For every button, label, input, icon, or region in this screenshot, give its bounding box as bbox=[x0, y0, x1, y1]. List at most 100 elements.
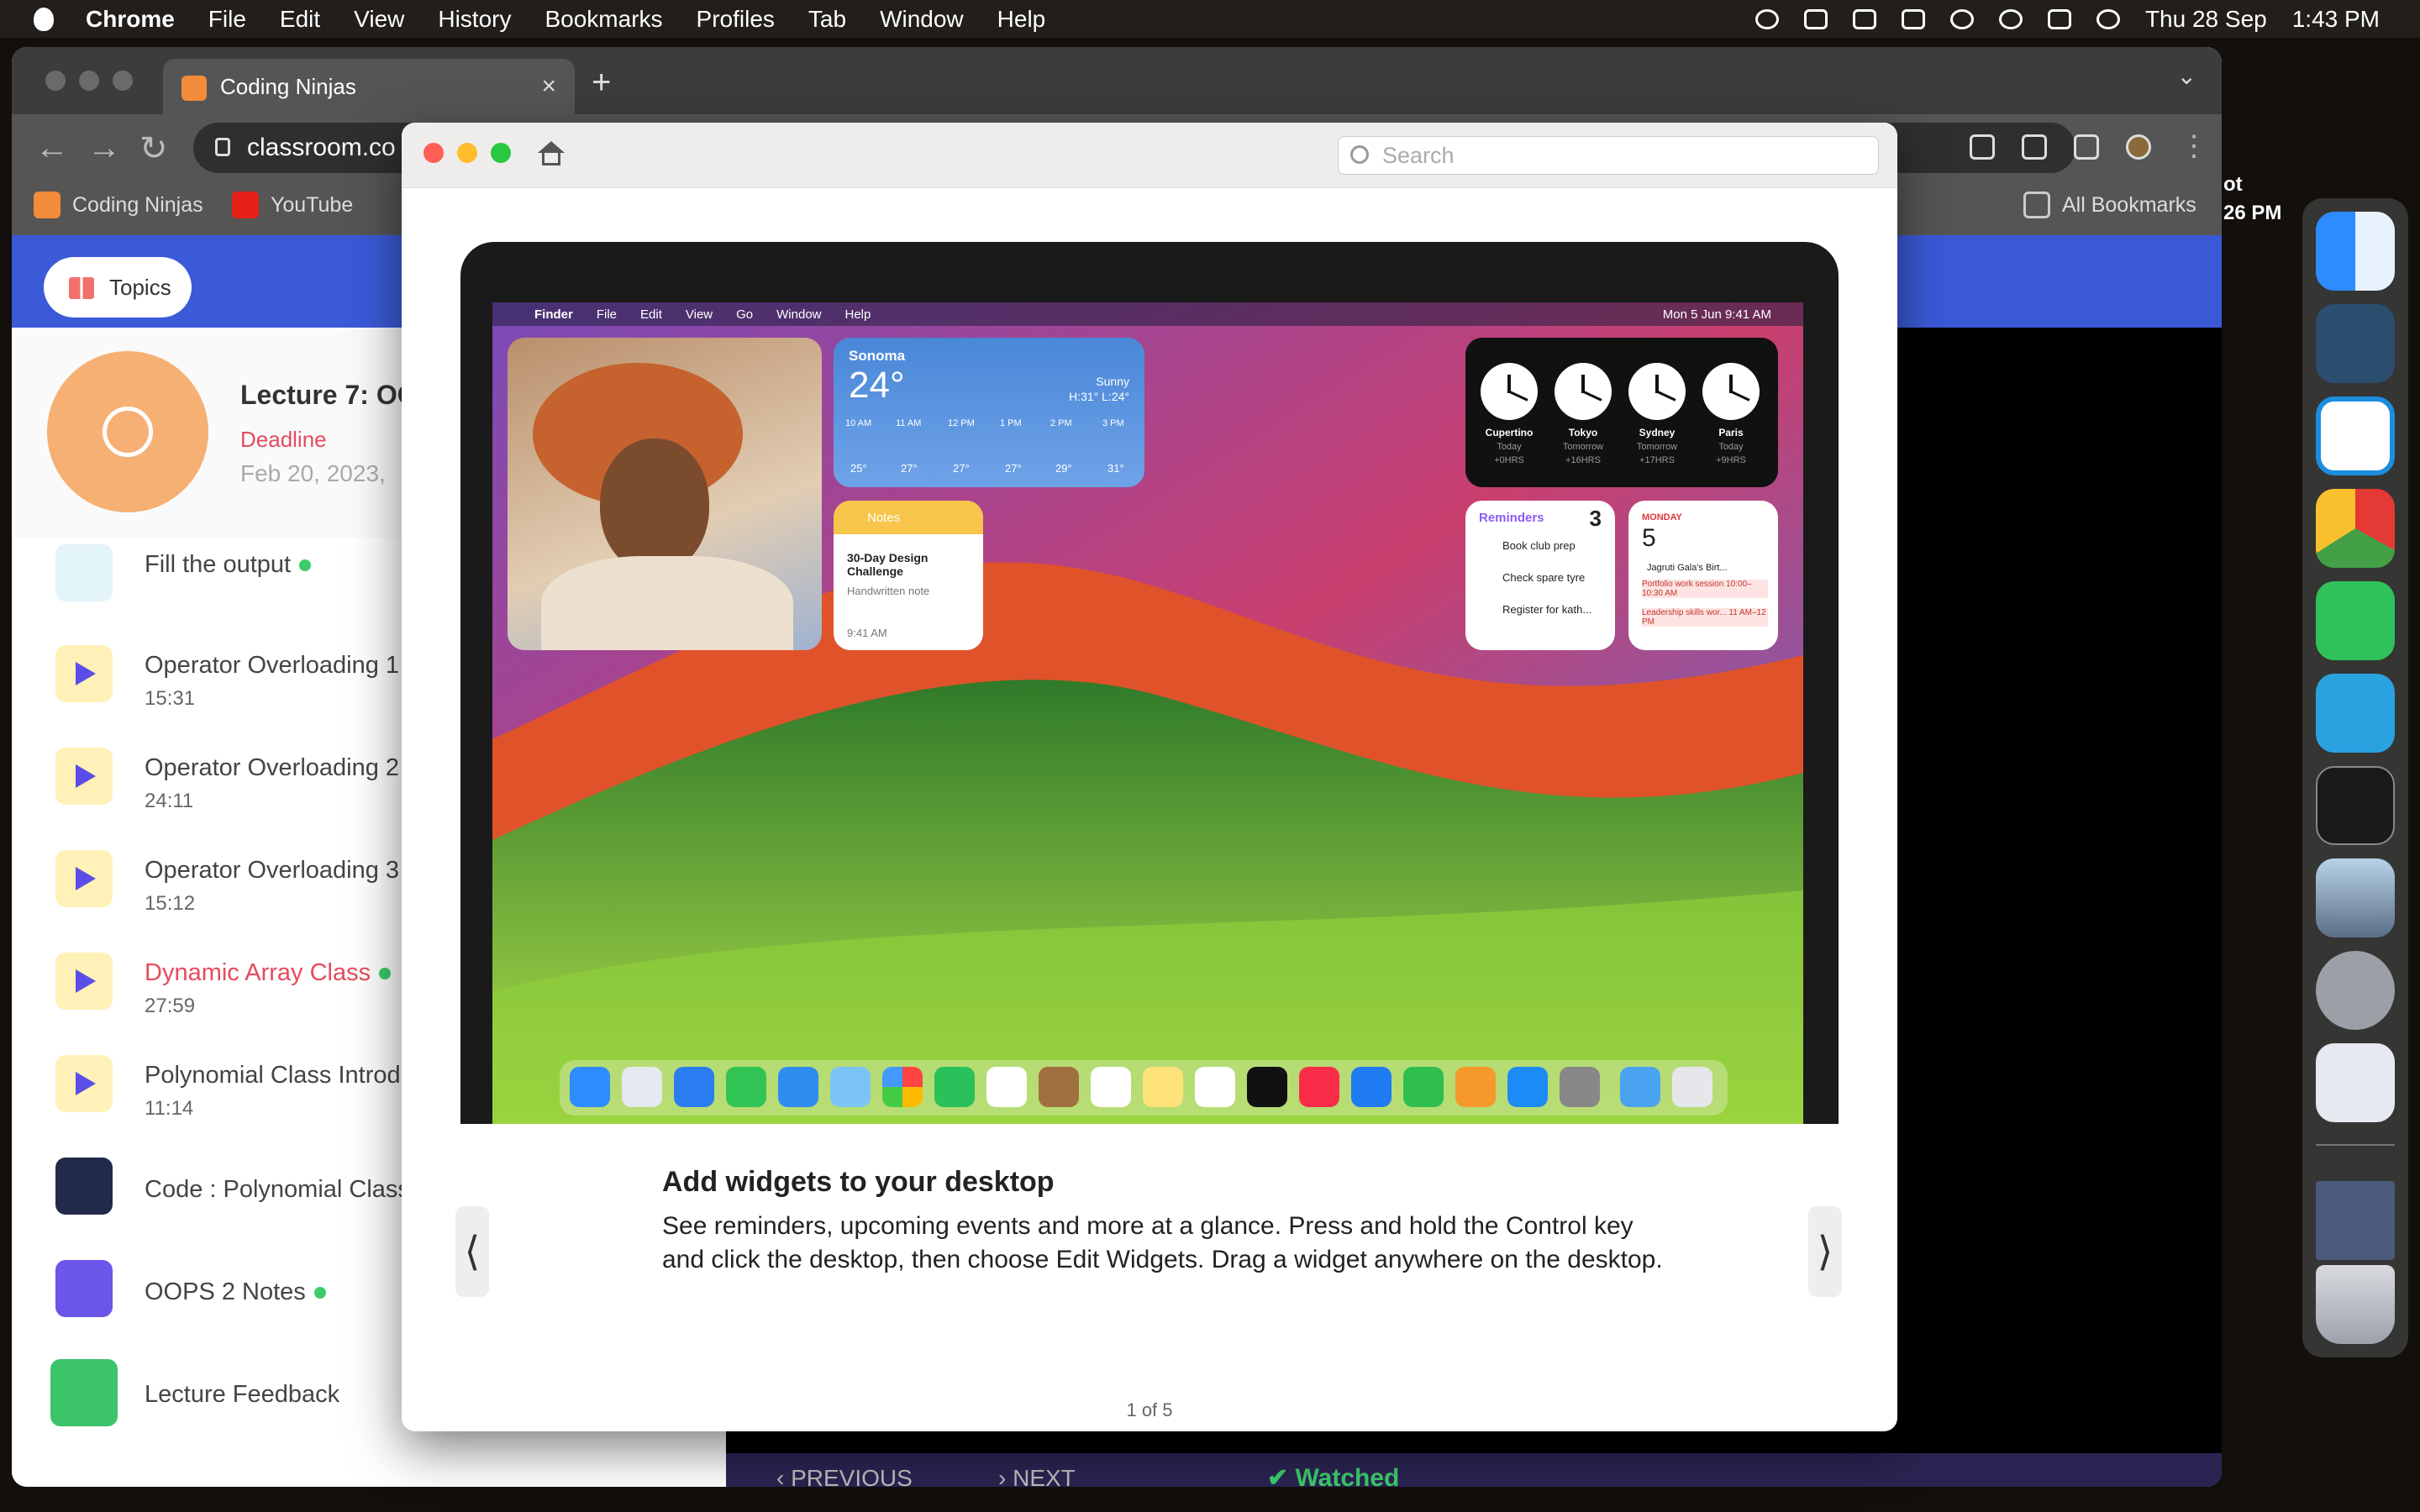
weather-hour-temp: 31° bbox=[1107, 462, 1124, 475]
preview-menu-view: View bbox=[685, 307, 713, 322]
previous-tip-button[interactable]: ⟨ bbox=[455, 1206, 489, 1297]
all-bookmarks[interactable]: All Bookmarks bbox=[2023, 192, 2196, 218]
whatsapp-icon[interactable] bbox=[2316, 581, 2395, 660]
preview-menubar: Finder File Edit View Go Window Help Mon… bbox=[492, 302, 1803, 326]
close-icon[interactable] bbox=[424, 143, 444, 163]
calendar-widget: MONDAY 5 Jagruti Gala's Birt... Portfoli… bbox=[1628, 501, 1778, 650]
play-icon bbox=[55, 1055, 113, 1112]
reminder-item: Book club prep bbox=[1502, 539, 1576, 552]
menubar-date[interactable]: Thu 28 Sep bbox=[2145, 6, 2267, 33]
extensions-icon[interactable] bbox=[1970, 134, 1995, 160]
forward-icon[interactable]: → bbox=[87, 129, 121, 167]
photos-icon bbox=[882, 1067, 923, 1107]
battery-icon[interactable] bbox=[1901, 8, 1925, 29]
preview-menu-go: Go bbox=[736, 307, 754, 322]
next-button[interactable]: › NEXT bbox=[998, 1465, 1076, 1487]
play-status-icon[interactable] bbox=[1754, 8, 1779, 29]
menu-profiles[interactable]: Profiles bbox=[697, 6, 775, 33]
menu-window[interactable]: Window bbox=[880, 6, 964, 33]
minimized-window-thumbnail[interactable] bbox=[2316, 1181, 2395, 1260]
back-icon[interactable]: ← bbox=[35, 129, 69, 167]
calendar-event: Jagruti Gala's Birt... bbox=[1647, 563, 1728, 573]
bookmark-coding-ninjas[interactable]: Coding Ninjas bbox=[34, 192, 203, 218]
search-placeholder: Search bbox=[1382, 142, 1455, 168]
music-icon bbox=[1299, 1067, 1339, 1107]
dock bbox=[2302, 198, 2408, 1357]
chrome-icon[interactable] bbox=[2316, 489, 2395, 568]
tips-search-input[interactable]: Search bbox=[1338, 136, 1879, 175]
close-window-button[interactable] bbox=[45, 71, 66, 91]
coding-ninjas-icon bbox=[34, 192, 60, 218]
mysql-workbench-icon[interactable] bbox=[2316, 304, 2395, 383]
smile-icon bbox=[50, 1359, 118, 1426]
bluetooth-icon[interactable] bbox=[1803, 8, 1828, 29]
tip-title: Add widgets to your desktop bbox=[662, 1166, 1055, 1198]
calendar-icon bbox=[986, 1067, 1027, 1107]
menu-bookmarks[interactable]: Bookmarks bbox=[544, 6, 662, 33]
clock-face-icon bbox=[1628, 363, 1686, 420]
menu-app-name[interactable]: Chrome bbox=[86, 6, 175, 33]
menu-view[interactable]: View bbox=[354, 6, 404, 33]
control-center-icon[interactable] bbox=[2047, 8, 2071, 29]
preview-menu-window: Window bbox=[776, 307, 822, 322]
minimize-icon[interactable] bbox=[457, 143, 477, 163]
zoom-icon[interactable] bbox=[491, 143, 511, 163]
zoom-window-button[interactable] bbox=[113, 71, 133, 91]
menubar-time[interactable]: 1:43 PM bbox=[2292, 6, 2380, 33]
clock-day: Tomorrow bbox=[1562, 442, 1604, 452]
new-tab-icon[interactable]: + bbox=[592, 64, 611, 102]
next-label: NEXT bbox=[1013, 1465, 1076, 1487]
previous-button[interactable]: ‹ PREVIOUS bbox=[776, 1465, 913, 1487]
pages-icon bbox=[1455, 1067, 1496, 1107]
reload-icon[interactable]: ↻ bbox=[139, 129, 168, 168]
play-icon bbox=[55, 850, 113, 907]
trash-icon bbox=[1672, 1067, 1712, 1107]
deadline-date: Feb 20, 2023, bbox=[240, 460, 386, 486]
siri-icon[interactable] bbox=[2096, 8, 2120, 29]
topics-button[interactable]: Topics bbox=[44, 257, 192, 318]
peek-text-1: ot bbox=[2223, 173, 2243, 196]
weather-hour: 10 AM bbox=[845, 418, 872, 428]
weather-hour-temp: 27° bbox=[953, 462, 970, 475]
notes-title: 30-Day Design Challenge bbox=[847, 551, 929, 578]
notes-widget: Notes 30-Day Design Challenge Handwritte… bbox=[834, 501, 983, 650]
preview-icon[interactable] bbox=[2316, 858, 2395, 937]
menu-file[interactable]: File bbox=[208, 6, 246, 33]
reminder-item: Register for kath... bbox=[1502, 603, 1592, 616]
side-panel-icon[interactable] bbox=[2074, 134, 2099, 160]
menu-edit[interactable]: Edit bbox=[280, 6, 320, 33]
next-tip-button[interactable]: ⟩ bbox=[1808, 1206, 1842, 1297]
tips-titlebar: Search bbox=[402, 123, 1897, 188]
system-settings-icon bbox=[1560, 1067, 1600, 1107]
terminal-icon[interactable] bbox=[2316, 766, 2395, 845]
bookmark-youtube[interactable]: YouTube bbox=[232, 192, 353, 218]
tab-coding-ninjas[interactable]: Coding Ninjas × bbox=[163, 59, 575, 114]
dots-icon[interactable] bbox=[1852, 8, 1876, 29]
macos-menubar: Chrome File Edit View History Bookmarks … bbox=[0, 0, 2420, 38]
apple-icon[interactable] bbox=[34, 7, 54, 31]
profile-avatar[interactable] bbox=[2126, 134, 2151, 160]
launchpad-icon[interactable] bbox=[2316, 1043, 2395, 1122]
launchpad-icon bbox=[622, 1067, 662, 1107]
menu-tab[interactable]: Tab bbox=[808, 6, 846, 33]
system-settings-icon[interactable] bbox=[2316, 951, 2395, 1030]
notes-header: Notes bbox=[834, 501, 983, 534]
wifi-icon[interactable] bbox=[1949, 8, 1974, 29]
close-tab-icon[interactable]: × bbox=[541, 72, 556, 101]
tab-search-chevron-icon[interactable]: ⌄ bbox=[2177, 62, 2196, 90]
item-duration: 11:14 bbox=[145, 1097, 194, 1120]
telegram-icon[interactable] bbox=[2316, 674, 2395, 753]
safari-icon bbox=[674, 1067, 714, 1107]
spotlight-icon[interactable] bbox=[1998, 8, 2023, 29]
finder-icon[interactable] bbox=[2316, 212, 2395, 291]
trash-icon[interactable] bbox=[2316, 1265, 2395, 1344]
home-icon[interactable] bbox=[538, 141, 565, 166]
minimize-window-button[interactable] bbox=[79, 71, 99, 91]
watched-button[interactable]: ✔ Watched bbox=[1267, 1463, 1399, 1487]
reading-list-icon[interactable] bbox=[2022, 134, 2047, 160]
item-title: Operator Overloading 2 bbox=[145, 754, 400, 781]
chrome-menu-icon[interactable]: ⋮ bbox=[2180, 129, 2208, 163]
menu-history[interactable]: History bbox=[438, 6, 511, 33]
menu-help[interactable]: Help bbox=[997, 6, 1046, 33]
vscode-icon[interactable] bbox=[2316, 396, 2395, 475]
